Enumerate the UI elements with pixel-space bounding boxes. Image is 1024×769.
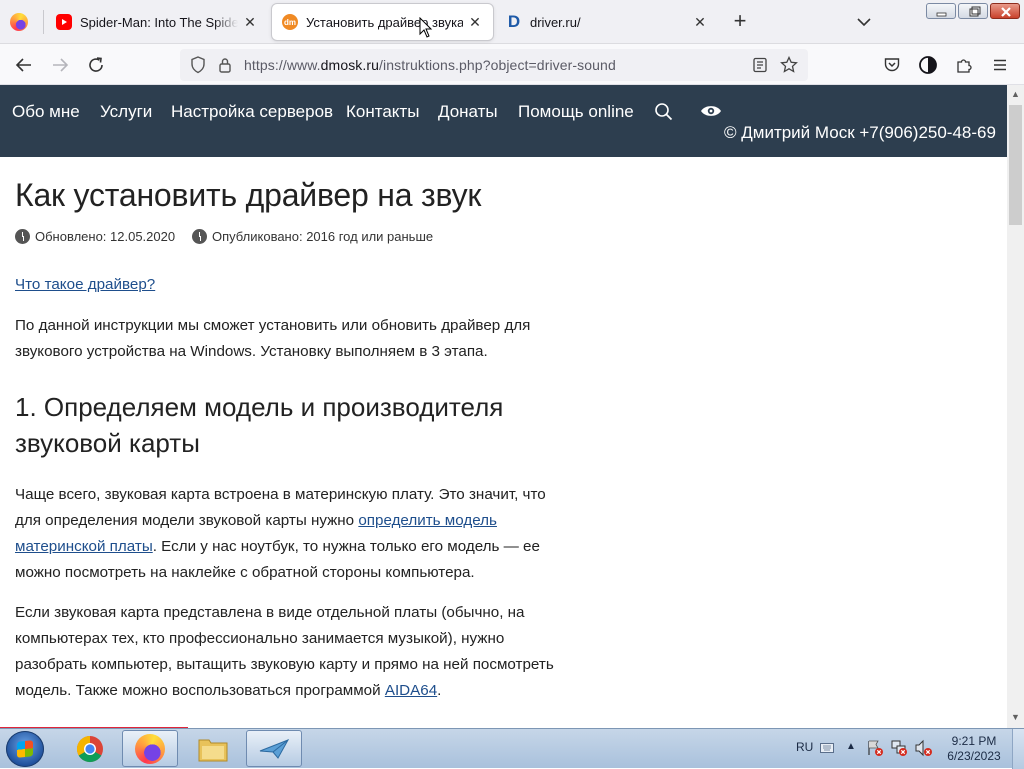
tab-title: Установить драйвер звука [306, 14, 463, 30]
published-text: Опубликовано: 2016 год или раньше [212, 229, 434, 244]
tab-close-icon[interactable]: ✕ [238, 10, 262, 34]
scrollbar-thumb[interactable] [1009, 105, 1022, 225]
tab-close-icon[interactable]: ✕ [688, 10, 712, 34]
paper-plane-icon [259, 738, 290, 759]
clock-date: 6/23/2023 [947, 749, 1001, 763]
start-button[interactable] [6, 731, 44, 767]
network-icon[interactable] [890, 739, 908, 760]
keyboard-icon[interactable] [820, 742, 834, 756]
nav-help-online[interactable]: Помощь online [518, 102, 634, 122]
taskbar-chrome[interactable] [62, 730, 118, 767]
tracking-shield-icon[interactable] [190, 56, 206, 79]
list-all-tabs-icon[interactable] [852, 12, 876, 32]
tab-close-icon[interactable]: ✕ [463, 10, 487, 34]
paragraph-text: Если звуковая карта представлена в виде … [15, 604, 554, 699]
action-center-flag-icon[interactable] [866, 739, 884, 760]
url-text[interactable]: https://www.dmosk.ru/instruktions.php?ob… [244, 57, 616, 73]
intro-paragraph: По данной инструкции мы сможет установит… [15, 317, 531, 360]
published-date: Опубликовано: 2016 год или раньше [192, 229, 433, 244]
navigation-bar: https://www.dmosk.ru/instruktions.php?ob… [0, 44, 1024, 85]
page-title: Как установить драйвер на звук [15, 177, 482, 213]
extensions-icon[interactable] [950, 52, 978, 78]
dmosk-favicon-icon: dm [282, 14, 298, 30]
reader-view-icon[interactable] [752, 57, 768, 78]
firefox-icon [135, 733, 165, 764]
taskbar-app[interactable] [246, 730, 302, 767]
taskbar-explorer[interactable] [185, 730, 241, 767]
back-button[interactable] [10, 52, 38, 78]
taskbar-firefox[interactable] [122, 730, 178, 767]
search-icon[interactable] [654, 102, 673, 126]
updated-text: Обновлено: 12.05.2020 [35, 229, 176, 244]
new-tab-icon[interactable]: + [728, 10, 752, 34]
chrome-icon [76, 735, 103, 762]
tab-title: driver.ru/ [530, 14, 581, 30]
nav-server-setup[interactable]: Настройка серверов [171, 102, 333, 122]
firefox-account-icon[interactable] [914, 52, 942, 78]
paragraph-text: . [437, 682, 442, 699]
windows-taskbar: RU ▲ 9:21 PM 6/23/2023 [0, 728, 1024, 769]
what-is-driver-link[interactable]: Что такое драйвер? [15, 276, 155, 293]
section-heading: 1. Определяем модель и производителя зву… [15, 392, 504, 458]
clock-time: 9:21 PM [951, 734, 997, 748]
show-hidden-icons-icon[interactable]: ▲ [846, 741, 856, 752]
aida64-link[interactable]: AIDA64 [385, 682, 437, 699]
folder-icon [198, 739, 228, 761]
clock-icon [192, 229, 207, 244]
volume-muted-icon[interactable] [914, 739, 934, 760]
tab-driver-sound[interactable]: dm Установить драйвер звука ✕ [272, 4, 493, 40]
tab-separator [43, 10, 44, 34]
clock-icon [15, 229, 30, 244]
url-bar[interactable]: https://www.dmosk.ru/instruktions.php?ob… [180, 49, 808, 81]
tab-driver-ru[interactable]: D driver.ru/ ✕ [496, 4, 718, 40]
show-desktop-button[interactable] [1012, 729, 1024, 769]
menu-hamburger-icon[interactable] [986, 52, 1014, 78]
site-header: Обо мне Услуги Настройка серверов Контак… [0, 85, 1007, 157]
reload-button[interactable] [82, 52, 110, 78]
nav-services[interactable]: Услуги [100, 102, 152, 122]
pocket-icon[interactable] [878, 52, 906, 78]
firefox-view-icon[interactable] [10, 13, 28, 31]
close-window-button[interactable] [990, 3, 1020, 19]
bookmark-star-icon[interactable] [780, 55, 798, 79]
forward-button[interactable] [46, 52, 74, 78]
scroll-down-arrow-icon[interactable]: ▼ [1011, 712, 1020, 722]
what-is-driver-paragraph: Что такое драйвер? [15, 272, 575, 298]
tab-title: Spider-Man: Into The Spider-Ve [80, 14, 238, 30]
copyright-contact: © Дмитрий Моск +7(906)250-48-69 [724, 123, 996, 142]
youtube-icon [56, 14, 72, 30]
nav-donations[interactable]: Донаты [438, 102, 498, 122]
paragraph-separate-card: Если звуковая карта представлена в виде … [15, 600, 575, 704]
system-clock[interactable]: 9:21 PM 6/23/2023 [944, 734, 1004, 764]
tab-spiderman[interactable]: Spider-Man: Into The Spider-Ve ✕ [46, 4, 268, 40]
scroll-up-arrow-icon[interactable]: ▲ [1011, 89, 1020, 99]
tab-strip: Spider-Man: Into The Spider-Ve ✕ dm Уста… [0, 0, 1024, 44]
language-indicator[interactable]: RU [796, 740, 813, 754]
restore-button[interactable] [958, 3, 988, 19]
minimize-button[interactable] [926, 3, 956, 19]
article-content: Как установить драйвер на звук Обновлено… [0, 157, 1007, 728]
windows-logo-icon [17, 740, 33, 758]
updated-date: Обновлено: 12.05.2020 [15, 229, 175, 244]
eye-accessibility-icon[interactable] [700, 104, 722, 123]
paragraph-motherboard: Чаще всего, звуковая карта встроена в ма… [15, 482, 575, 586]
lock-icon[interactable] [218, 57, 232, 78]
nav-contacts[interactable]: Контакты [346, 102, 419, 122]
driver-d-icon: D [507, 12, 521, 31]
nav-about[interactable]: Обо мне [12, 102, 80, 122]
vertical-scrollbar[interactable]: ▲ ▼ [1007, 85, 1024, 728]
